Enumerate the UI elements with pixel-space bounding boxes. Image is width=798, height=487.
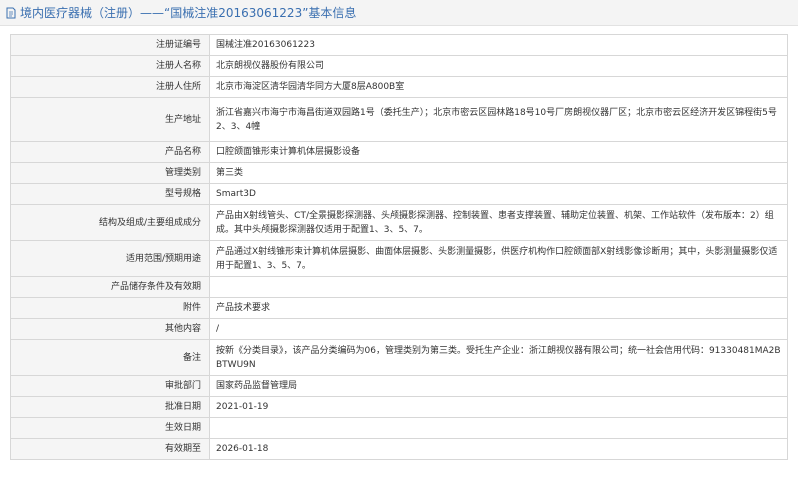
field-value: 口腔颌面锥形束计算机体层摄影设备 [209, 141, 788, 163]
table-row: 注册人名称 北京朗视仪器股份有限公司 [10, 55, 788, 77]
field-value: 北京市海淀区清华园清华同方大厦8层A800B室 [209, 76, 788, 98]
table-row: 批准日期 2021-01-19 [10, 396, 788, 418]
table-row: 注册证编号 国械注准20163061223 [10, 34, 788, 56]
table-row: 其他内容 / [10, 318, 788, 340]
field-value: 浙江省嘉兴市海宁市海昌街道双园路1号（委托生产）；北京市密云区园林路18号10号… [209, 97, 788, 142]
field-value: 2026-01-18 [209, 438, 788, 460]
table-row: 备注 按新《分类目录》，该产品分类编码为06，管理类别为第三类。受托生产企业：浙江… [10, 339, 788, 376]
table-row: 产品储存条件及有效期 [10, 276, 788, 298]
field-label: 适用范围/预期用途 [10, 240, 210, 277]
device-info-table: 注册证编号 国械注准20163061223 注册人名称 北京朗视仪器股份有限公司 注册人… [10, 34, 788, 460]
table-row: 产品名称 口腔颌面锥形束计算机体层摄影设备 [10, 141, 788, 163]
field-value [209, 276, 788, 298]
field-value: Smart3D [209, 183, 788, 205]
field-label: 注册证编号 [10, 34, 210, 56]
field-value: 产品由X射线管头、CT/全景摄影探测器、头颅摄影探测器、控制装置、患者支撑装置、… [209, 204, 788, 241]
page-header: 境内医疗器械（注册）——“国械注准20163061223”基本信息 [0, 0, 798, 26]
document-icon [5, 7, 17, 19]
table-row: 审批部门 国家药品监督管理局 [10, 375, 788, 397]
field-label: 审批部门 [10, 375, 210, 397]
field-label: 有效期至 [10, 438, 210, 460]
table-row: 结构及组成/主要组成成分 产品由X射线管头、CT/全景摄影探测器、头颅摄影探测器、… [10, 204, 788, 241]
field-value: 国家药品监督管理局 [209, 375, 788, 397]
field-label: 注册人名称 [10, 55, 210, 77]
field-label: 备注 [10, 339, 210, 376]
field-value: 2021-01-19 [209, 396, 788, 418]
field-value: 按新《分类目录》，该产品分类编码为06，管理类别为第三类。受托生产企业：浙江朗视… [209, 339, 788, 376]
field-label: 注册人住所 [10, 76, 210, 98]
field-label: 批准日期 [10, 396, 210, 418]
table-row: 型号规格 Smart3D [10, 183, 788, 205]
field-value: 产品技术要求 [209, 297, 788, 319]
field-label: 生效日期 [10, 417, 210, 439]
field-value: 产品通过X射线锥形束计算机体层摄影、曲面体层摄影、头影测量摄影，供医疗机构作口腔… [209, 240, 788, 277]
table-row: 管理类别 第三类 [10, 162, 788, 184]
field-value: 国械注准20163061223 [209, 34, 788, 56]
table-row: 生产地址 浙江省嘉兴市海宁市海昌街道双园路1号（委托生产）；北京市密云区园林路18… [10, 97, 788, 142]
field-label: 生产地址 [10, 97, 210, 142]
field-label: 型号规格 [10, 183, 210, 205]
field-label: 产品储存条件及有效期 [10, 276, 210, 298]
field-value: / [209, 318, 788, 340]
table-row: 附件 产品技术要求 [10, 297, 788, 319]
field-value: 第三类 [209, 162, 788, 184]
table-row: 有效期至 2026-01-18 [10, 438, 788, 460]
field-label: 产品名称 [10, 141, 210, 163]
field-label: 结构及组成/主要组成成分 [10, 204, 210, 241]
table-row: 适用范围/预期用途 产品通过X射线锥形束计算机体层摄影、曲面体层摄影、头影测量摄影… [10, 240, 788, 277]
field-label: 附件 [10, 297, 210, 319]
field-value [209, 417, 788, 439]
table-row: 注册人住所 北京市海淀区清华园清华同方大厦8层A800B室 [10, 76, 788, 98]
table-row: 生效日期 [10, 417, 788, 439]
page-title: 境内医疗器械（注册）——“国械注准20163061223”基本信息 [20, 6, 357, 20]
field-label: 管理类别 [10, 162, 210, 184]
field-label: 其他内容 [10, 318, 210, 340]
field-value: 北京朗视仪器股份有限公司 [209, 55, 788, 77]
